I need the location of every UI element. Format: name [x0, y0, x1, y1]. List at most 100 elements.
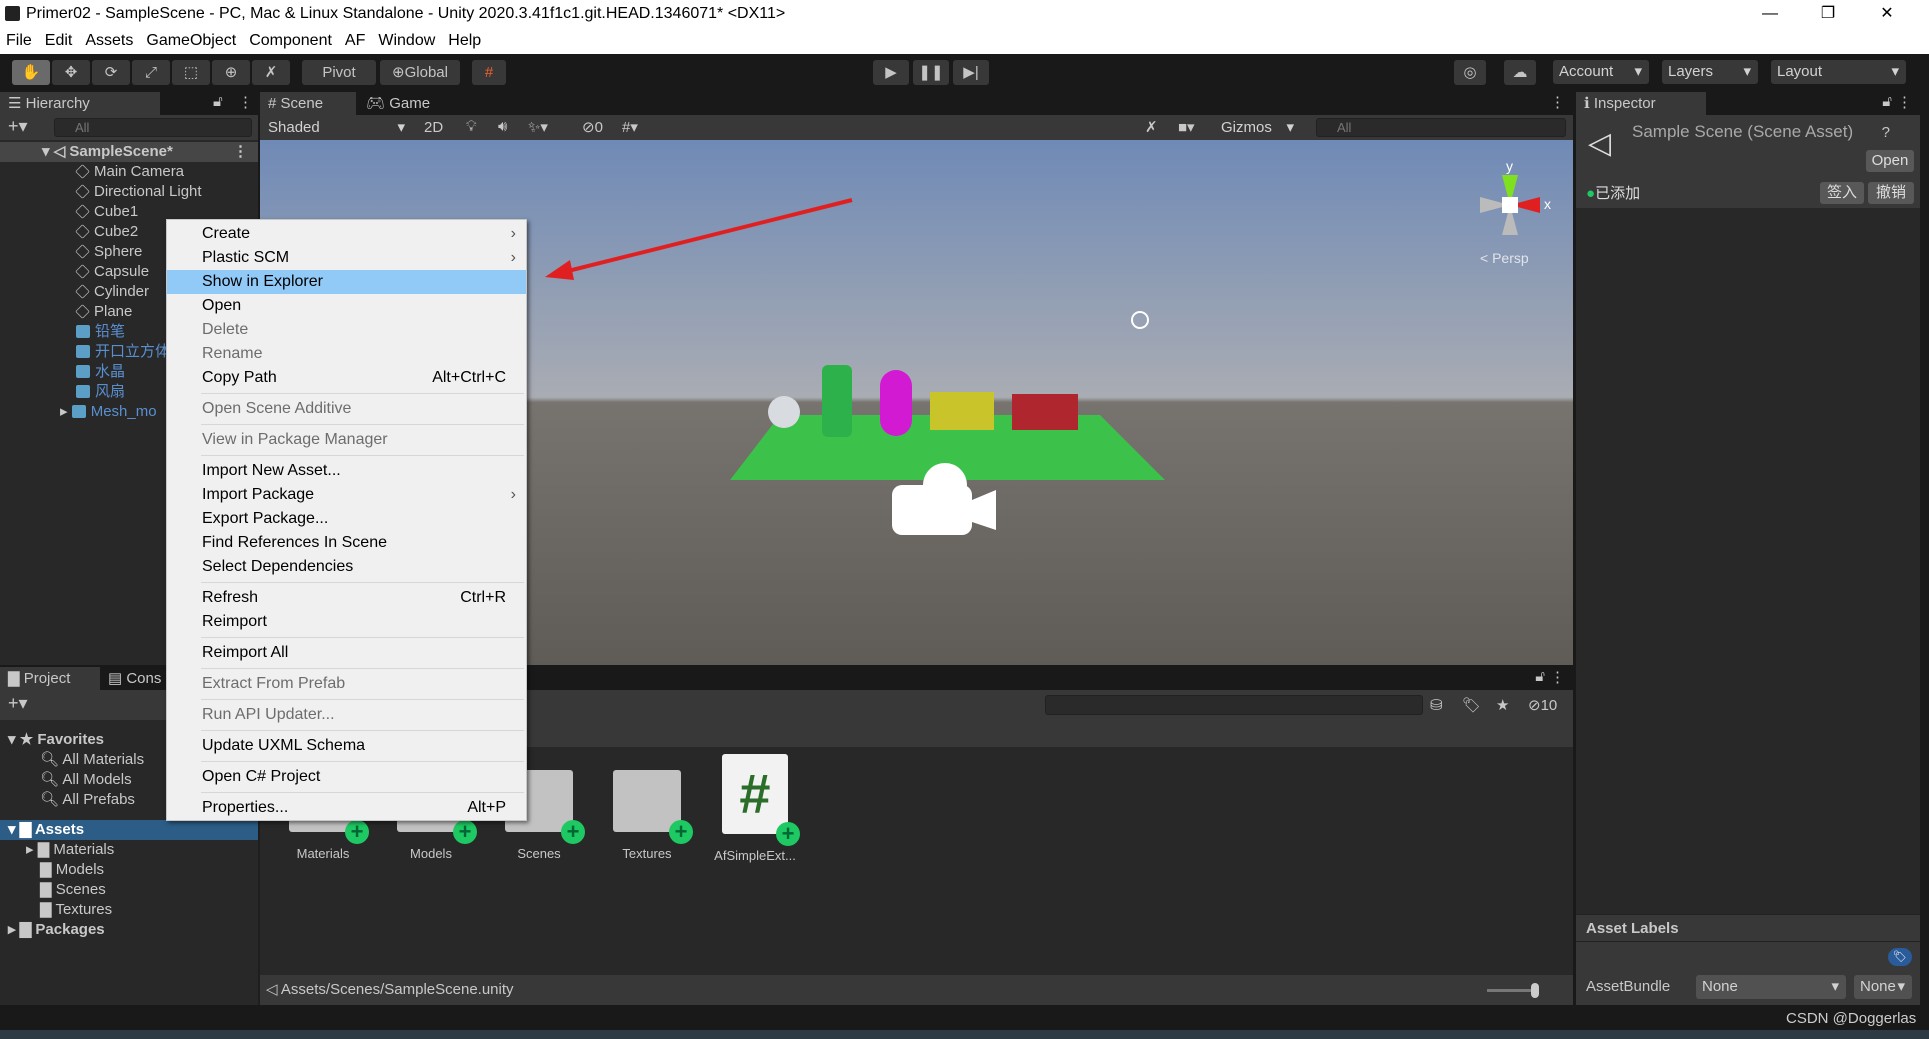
tab-scene[interactable]: # Scene — [260, 92, 356, 115]
context-menu-item[interactable]: Export Package... — [167, 507, 526, 531]
hidden-packages-toggle[interactable]: ⊘10 — [1528, 696, 1557, 714]
context-menu-item[interactable]: Refresh Ctrl+R — [167, 586, 526, 610]
restore-button[interactable]: ❐ — [1805, 0, 1851, 27]
menu-window[interactable]: Window — [378, 32, 435, 50]
icon-size-slider[interactable] — [1487, 983, 1539, 998]
shading-dropdown[interactable]: Shaded — [262, 116, 412, 140]
asset-folder-item[interactable]: ▇ Scenes — [0, 880, 258, 900]
menu-component[interactable]: Component — [249, 32, 332, 50]
assets-folder[interactable]: ▾ ▇ Assets — [0, 820, 258, 840]
context-menu-item[interactable]: Copy Path Alt+Ctrl+C — [167, 366, 526, 390]
asset-folder-item[interactable]: ▇ Models — [0, 860, 258, 880]
hierarchy-item[interactable]: Directional Light — [0, 182, 258, 202]
tools-icon[interactable]: ✗ — [1145, 118, 1158, 136]
checkin-button[interactable]: 签入 — [1820, 182, 1864, 204]
context-menu-item[interactable]: Create › — [167, 222, 526, 246]
lock-icon[interactable]: 🔓︎ — [1882, 93, 1892, 110]
effects-icon[interactable]: ✨︎▾ — [528, 118, 548, 136]
tab-hierarchy[interactable]: ☰ Hierarchy — [0, 92, 160, 115]
tab-console[interactable]: ▤ Cons — [102, 667, 166, 690]
hierarchy-search-input[interactable] — [54, 118, 252, 137]
context-menu-item[interactable]: Find References In Scene — [167, 531, 526, 555]
context-menu-item[interactable]: Open C# Project — [167, 765, 526, 789]
hidden-objects-toggle[interactable]: ⊘0 — [582, 118, 603, 136]
move-tool-icon[interactable]: ✥ — [52, 60, 90, 85]
grid-snap-icon[interactable]: # — [472, 60, 506, 85]
scene-more-icon[interactable]: ⋮ — [233, 142, 248, 162]
asset-tile[interactable]: # + AfSimpleExt... — [710, 754, 800, 863]
scene-root-row[interactable]: ▾ ◁ SampleScene* ⋮ — [0, 142, 258, 162]
context-menu-item[interactable]: Reimport — [167, 610, 526, 634]
context-menu-item[interactable]: Import Package › — [167, 483, 526, 507]
context-menu-item[interactable]: Open — [167, 294, 526, 318]
more-icon[interactable]: ⋮ — [238, 93, 253, 111]
asset-folder-item[interactable]: ▸ ▇ Materials — [0, 840, 258, 860]
step-button[interactable]: ▶| — [953, 60, 989, 85]
gizmos-dropdown[interactable]: Gizmos — [1215, 116, 1301, 140]
menu-help[interactable]: Help — [448, 32, 481, 50]
assetbundle-dropdown[interactable]: None — [1696, 975, 1846, 999]
layout-dropdown[interactable]: Layout — [1771, 60, 1906, 84]
context-menu-item[interactable]: Plastic SCM › — [167, 246, 526, 270]
collab-icon[interactable]: ◎ — [1454, 60, 1486, 85]
scale-tool-icon[interactable]: ⤢ — [132, 60, 170, 85]
more-icon[interactable]: ⋮ — [1897, 93, 1912, 111]
audio-icon[interactable]: 🔊︎ — [498, 118, 507, 135]
menu-file[interactable]: File — [6, 32, 32, 50]
packages-folder[interactable]: ▸ ▇ Packages — [0, 920, 258, 940]
scene-search-input[interactable] — [1316, 118, 1566, 137]
add-button[interactable]: +▾ — [8, 116, 28, 137]
open-button[interactable]: Open — [1866, 150, 1914, 172]
persp-label[interactable]: < Persp — [1480, 250, 1529, 266]
revert-button[interactable]: 撤销 — [1868, 182, 1914, 204]
context-menu-item[interactable]: Import New Asset... — [167, 459, 526, 483]
menu-gameobject[interactable]: GameObject — [146, 32, 236, 50]
tab-inspector[interactable]: ℹ Inspector — [1576, 92, 1706, 115]
more-icon[interactable]: ⋮ — [1550, 668, 1565, 686]
lighting-icon[interactable]: 💡︎ — [466, 118, 477, 135]
minimize-button[interactable]: — — [1747, 0, 1793, 27]
rect-tool-icon[interactable]: ⬚ — [172, 60, 210, 85]
custom-tool-icon[interactable]: ✗ — [252, 60, 290, 85]
2d-toggle[interactable]: 2D — [424, 119, 443, 136]
path-bar: ◁ Assets/Scenes/SampleScene.unity — [260, 975, 1573, 1005]
layers-dropdown[interactable]: Layers — [1662, 60, 1758, 84]
grid-icon[interactable]: #▾ — [622, 118, 638, 136]
camera-icon[interactable]: ■▾ — [1178, 118, 1195, 136]
rotate-tool-icon[interactable]: ⟳ — [92, 60, 130, 85]
tab-project[interactable]: ▇ Project — [0, 667, 100, 690]
assetbundle-variant-dropdown[interactable]: None — [1854, 975, 1912, 999]
tab-game[interactable]: 🎮︎ Game — [358, 92, 444, 115]
favorite-star-icon[interactable]: ★ — [1496, 696, 1509, 714]
close-button[interactable]: ✕ — [1864, 0, 1910, 27]
menu-af[interactable]: AF — [345, 32, 365, 50]
menu-assets[interactable]: Assets — [85, 32, 133, 50]
asset-folder-item[interactable]: ▇ Textures — [0, 900, 258, 920]
cloud-icon[interactable]: ☁ — [1504, 60, 1536, 85]
context-menu-item[interactable]: Reimport All — [167, 641, 526, 665]
lock-icon[interactable]: 🔓︎ — [213, 93, 223, 110]
transform-tool-icon[interactable]: ⊕ — [212, 60, 250, 85]
account-dropdown[interactable]: Account — [1553, 60, 1649, 84]
context-menu-item[interactable]: Properties... Alt+P — [167, 796, 526, 820]
asset-tile[interactable]: + Textures — [602, 770, 693, 861]
pivot-button[interactable]: Pivot — [302, 60, 376, 85]
label-tag-icon[interactable]: 🏷︎ — [1888, 948, 1912, 966]
context-menu-item[interactable]: Select Dependencies — [167, 555, 526, 579]
context-menu-item[interactable]: Show in Explorer — [167, 270, 526, 294]
scene-more-icon[interactable]: ⋮ — [1550, 93, 1565, 111]
help-icon[interactable]: ? — [1882, 124, 1890, 141]
create-button[interactable]: +▾ — [8, 693, 28, 714]
lock-icon[interactable]: 🔓︎ — [1535, 668, 1545, 685]
search-by-type-icon[interactable]: ⛁ — [1430, 696, 1443, 714]
hierarchy-item[interactable]: Main Camera — [0, 162, 258, 182]
hand-tool-icon[interactable]: ✋ — [12, 60, 50, 85]
context-menu-item[interactable]: Update UXML Schema — [167, 734, 526, 758]
inspector-panel: ℹ Inspector 🔓︎ ⋮ ◁ Sample Scene (Scene As… — [1576, 90, 1920, 1005]
play-button[interactable]: ▶ — [873, 60, 909, 85]
project-search-input[interactable] — [1045, 695, 1423, 715]
pause-button[interactable]: ❚❚ — [913, 60, 949, 85]
menu-edit[interactable]: Edit — [45, 32, 73, 50]
search-by-label-icon[interactable]: 🏷︎ — [1462, 696, 1481, 714]
global-button[interactable]: ⊕Global — [380, 60, 460, 85]
